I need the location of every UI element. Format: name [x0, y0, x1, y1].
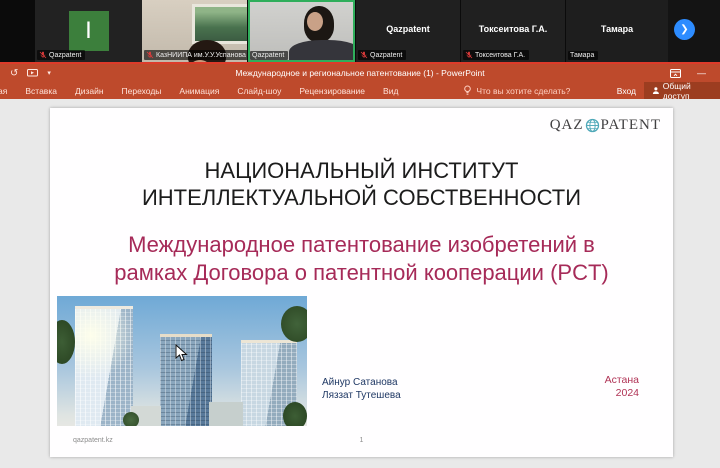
- buildings-image: [57, 296, 307, 426]
- slide-title: НАЦИОНАЛЬНЫЙ ИНСТИТУТ ИНТЕЛЛЕКТУАЛЬНОЙ С…: [50, 157, 673, 211]
- tower-left: [75, 306, 133, 426]
- participant-display-name: Тамара: [566, 24, 668, 34]
- participant-name: Qazpatent: [370, 52, 402, 59]
- tab-transitions[interactable]: Переходы: [113, 86, 171, 96]
- slide-subtitle: Международное патентование изобретений в…: [50, 231, 673, 287]
- participant-tile-kazniipa[interactable]: КазНИИПА им.У.У.Успанова: [142, 0, 247, 62]
- slide-subtitle-line2: рамках Договора о патентной кооперации (…: [50, 259, 673, 287]
- qazpatent-logo: QAZ PATENT: [550, 117, 661, 134]
- tab-review[interactable]: Рецензирование: [290, 86, 374, 96]
- chevron-right-icon: ❯: [680, 24, 688, 35]
- lightbulb-icon: [463, 85, 472, 96]
- slide-subtitle-line1: Международное патентование изобретений в: [50, 231, 673, 259]
- screen: I Qazpatent КазНИИПА им.У.У.Успанова Qaz…: [0, 0, 720, 468]
- tree: [281, 306, 307, 342]
- participant-tile-qazpatent-speaker[interactable]: Qazpatent: [248, 0, 355, 62]
- window-controls: —: [670, 64, 706, 82]
- tab-view[interactable]: Вид: [374, 86, 407, 96]
- participant-face: [307, 12, 323, 31]
- window-title: Международное и региональное патентовани…: [0, 64, 720, 82]
- slide-page-number: 1: [360, 437, 364, 444]
- tree: [57, 320, 75, 364]
- participant-body: [289, 40, 355, 62]
- participant-name: КазНИИПА им.У.У.Успанова: [156, 52, 246, 59]
- participant-name: Тамара: [570, 52, 594, 59]
- share-label: Общий доступ: [663, 81, 712, 101]
- mouse-cursor: [175, 344, 188, 362]
- muted-mic-icon: [360, 51, 368, 59]
- tab-animations[interactable]: Анимация: [170, 86, 228, 96]
- tree: [123, 412, 139, 426]
- zoom-video-strip: I Qazpatent КазНИИПА им.У.У.Успанова Qaz…: [0, 0, 720, 62]
- participant-display-name: Qazpatent: [356, 24, 460, 34]
- slide-title-line2: ИНТЕЛЛЕКТУАЛЬНОЙ СОБСТВЕННОСТИ: [50, 184, 673, 211]
- minimize-button[interactable]: —: [697, 68, 706, 78]
- slide-footer: qazpatent.kz: [73, 437, 113, 444]
- tree: [283, 402, 307, 426]
- participant-name-label: КазНИИПА им.У.У.Успанова: [144, 50, 247, 60]
- logo-text-left: QAZ: [550, 117, 584, 134]
- person-icon: [652, 86, 660, 95]
- slide-workspace: QAZ PATENT НАЦИОНАЛЬНЫЙ ИНСТИТУТ ИНТЕЛЛЕ…: [0, 99, 720, 468]
- participant-tile-tamara[interactable]: Тамара Тамара: [566, 0, 668, 62]
- slide[interactable]: QAZ PATENT НАЦИОНАЛЬНЫЙ ИНСТИТУТ ИНТЕЛЛЕ…: [50, 108, 673, 457]
- ribbon-display-options-icon[interactable]: [670, 69, 681, 78]
- participant-tile-tokseitova[interactable]: Токсеитова Г.А. Токсеитова Г.А.: [461, 0, 565, 62]
- powerpoint-titlebar: ↺ ▾ Международное и региональное патенто…: [0, 64, 720, 82]
- participant-name-label: Qazpatent: [250, 51, 288, 60]
- participant-display-name: Токсеитова Г.А.: [461, 24, 565, 34]
- participant-name-label: Qazpatent: [37, 50, 85, 60]
- low-building: [209, 402, 243, 426]
- authors-block: Айнур Сатанова Ляззат Тутешева: [322, 376, 401, 402]
- share-button[interactable]: Общий доступ: [644, 82, 720, 99]
- muted-mic-icon: [39, 51, 47, 59]
- participant-name: Токсеитова Г.А.: [475, 52, 525, 59]
- powerpoint-window: ↺ ▾ Международное и региональное патенто…: [0, 64, 720, 468]
- logo-text-right: PATENT: [601, 117, 661, 134]
- avatar-letter: I: [85, 17, 92, 45]
- participant-name-label: Qazpatent: [358, 50, 406, 60]
- year: 2024: [605, 387, 639, 400]
- participant-name: Qazpatent: [252, 52, 284, 59]
- strip-overflow-area: ❯: [668, 0, 720, 62]
- muted-mic-icon: [465, 51, 473, 59]
- tab-home[interactable]: Главная: [0, 86, 16, 96]
- participant-tile-qazpatent-2[interactable]: Qazpatent Qazpatent: [356, 0, 460, 62]
- tell-me-box[interactable]: Что вы хотите сделать?: [463, 85, 570, 96]
- participant-tile-qazpatent-1[interactable]: I Qazpatent: [35, 0, 142, 62]
- avatar: I: [69, 11, 109, 51]
- participant-name-label: Токсеитова Г.А.: [463, 50, 529, 60]
- horses-painting: [192, 4, 247, 44]
- ribbon-tab-row: Главная Вставка Дизайн Переходы Анимация…: [0, 82, 720, 99]
- place-year-block: Астана 2024: [605, 374, 639, 400]
- slide-title-line1: НАЦИОНАЛЬНЫЙ ИНСТИТУТ: [50, 157, 673, 184]
- tab-slideshow[interactable]: Слайд-шоу: [228, 86, 290, 96]
- titlebar-right-cluster: Вход Общий доступ: [617, 82, 720, 99]
- participant-name-label: Тамара: [568, 51, 598, 60]
- sign-in-button[interactable]: Вход: [617, 86, 636, 96]
- participant-name: Qazpatent: [49, 52, 81, 59]
- place: Астана: [605, 374, 639, 387]
- muted-mic-icon: [146, 51, 154, 59]
- tell-me-label: Что вы хотите сделать?: [476, 86, 570, 96]
- tab-insert[interactable]: Вставка: [16, 86, 66, 96]
- author-name: Айнур Сатанова: [322, 376, 401, 389]
- tab-design[interactable]: Дизайн: [66, 86, 113, 96]
- globe-icon: [585, 118, 600, 133]
- author-name: Ляззат Тутешева: [322, 389, 401, 402]
- next-participants-button[interactable]: ❯: [674, 19, 695, 40]
